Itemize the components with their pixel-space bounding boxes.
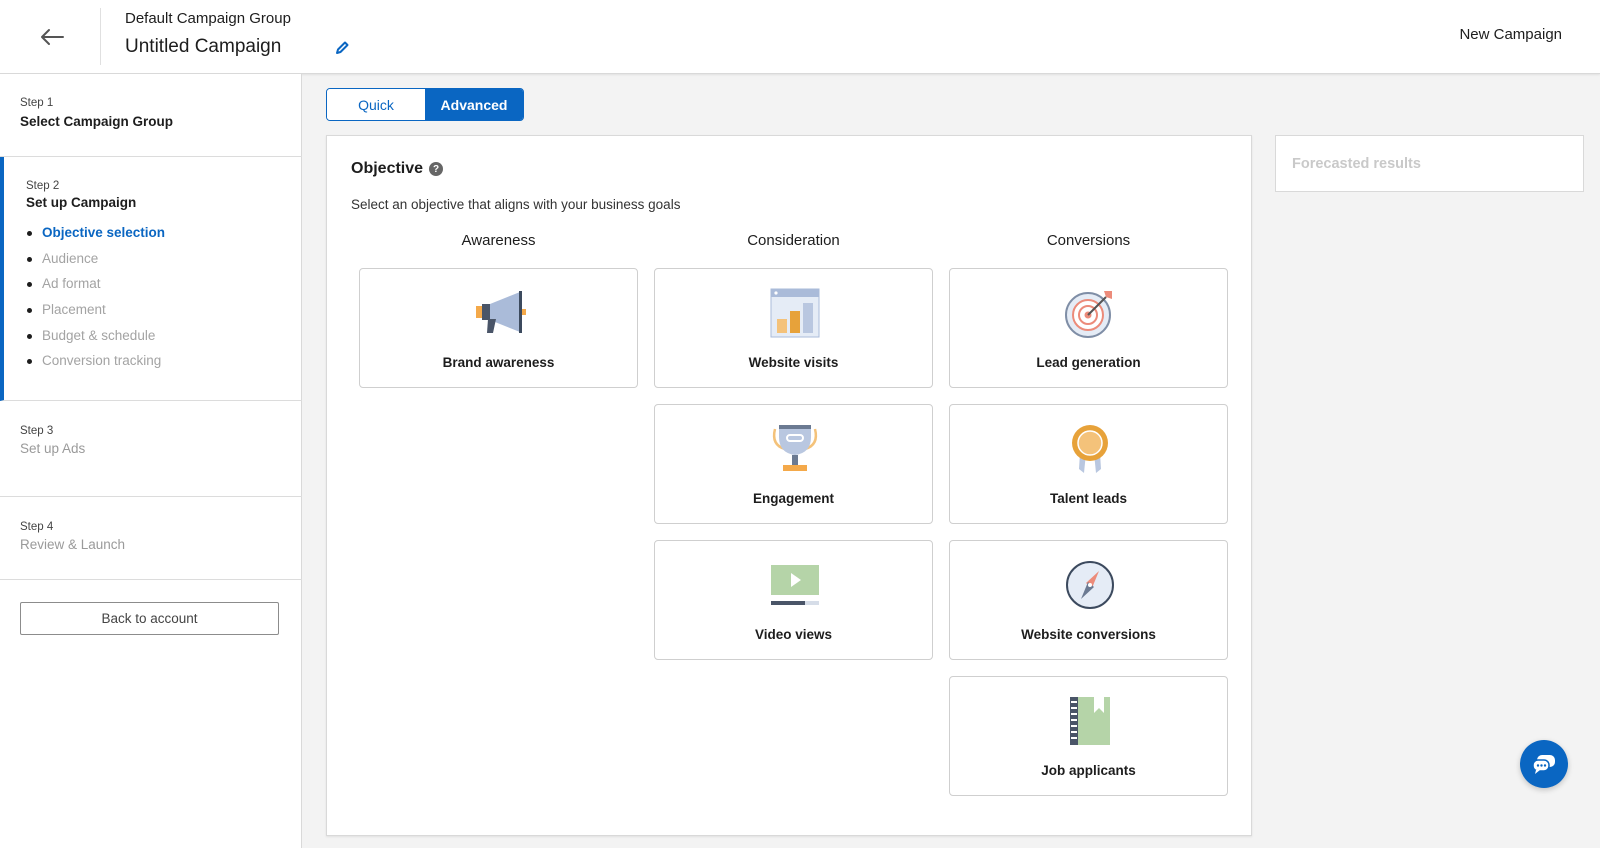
quick-mode-button[interactable]: Quick (327, 89, 425, 120)
objective-tile-website-conversions[interactable]: Website conversions (949, 540, 1228, 660)
step-2[interactable]: Step 2 Set up Campaign Objective selecti… (0, 157, 302, 401)
objective-tile-engagement[interactable]: Engagement (654, 404, 933, 524)
tile-label: Lead generation (1036, 355, 1141, 370)
compass-icon (1066, 561, 1114, 609)
substep-audience[interactable]: Audience (24, 249, 165, 275)
substep-objective-selection[interactable]: Objective selection (24, 223, 165, 249)
tile-label: Website visits (748, 355, 839, 370)
step-title: Select Campaign Group (20, 114, 174, 129)
objective-tile-lead-generation[interactable]: Lead generation (949, 268, 1228, 388)
forecast-title: Forecasted results (1292, 156, 1421, 172)
step-1[interactable]: Step 1 Select Campaign Group (0, 74, 302, 157)
megaphone-icon (476, 291, 526, 333)
forecasted-results-panel: Forecasted results (1275, 135, 1584, 192)
step-number: Step 2 (26, 180, 60, 192)
back-to-account-button[interactable]: Back to account (20, 602, 279, 635)
target-icon (1065, 291, 1112, 338)
step-number: Step 3 (20, 425, 54, 437)
step-4[interactable]: Step 4 Review & Launch (0, 497, 302, 580)
trophy-icon (772, 425, 818, 471)
column-heading-awareness: Awareness (461, 232, 536, 249)
top-header: Default Campaign Group Untitled Campaign… (0, 0, 1600, 74)
mode-toggle: Quick Advanced (326, 88, 524, 121)
tile-label: Website conversions (1021, 627, 1156, 642)
browser-chart-icon (770, 288, 820, 338)
objective-tile-brand-awareness[interactable]: Brand awareness (359, 268, 638, 388)
objective-tile-job-applicants[interactable]: Job applicants (949, 676, 1228, 796)
question-icon[interactable]: ? (429, 162, 444, 176)
substep-ad-format[interactable]: Ad format (24, 274, 165, 300)
step-title: Set up Ads (20, 441, 86, 456)
substep-list: Objective selection Audience Ad format P… (24, 223, 165, 377)
campaign-name: Untitled Campaign (125, 36, 282, 57)
page-label: New Campaign (1459, 26, 1562, 43)
substep-placement[interactable]: Placement (24, 300, 165, 326)
arrow-left-icon (41, 29, 64, 45)
pencil-icon (336, 41, 349, 54)
tile-label: Talent leads (1049, 491, 1128, 506)
tile-label: Engagement (752, 491, 834, 506)
objective-heading: Objective ? (351, 160, 444, 178)
step-title: Set up Campaign (26, 195, 137, 210)
chat-bubble-icon (1532, 755, 1555, 774)
edit-name-button[interactable] (331, 37, 353, 59)
objective-tile-video-views[interactable]: Video views (654, 540, 933, 660)
steps-sidebar: Step 1 Select Campaign Group Step 2 Set … (0, 74, 302, 848)
column-heading-consideration: Consideration (747, 232, 840, 249)
notebook-icon (1070, 697, 1110, 745)
chat-button[interactable] (1520, 740, 1568, 788)
tile-label: Brand awareness (442, 355, 555, 370)
step-3[interactable]: Step 3 Set up Ads (0, 401, 302, 497)
video-player-icon (771, 565, 819, 605)
header-divider (100, 8, 101, 65)
objective-tile-talent-leads[interactable]: Talent leads (949, 404, 1228, 524)
step-number: Step 4 (20, 521, 54, 533)
objective-panel: Objective ? Select an objective that ali… (326, 135, 1252, 836)
tile-label: Video views (754, 627, 833, 642)
step-title: Review & Launch (20, 537, 126, 552)
campaign-group-name: Default Campaign Group (125, 10, 291, 27)
column-heading-conversions: Conversions (1046, 232, 1131, 249)
back-button[interactable] (30, 20, 74, 54)
step-number: Step 1 (20, 97, 54, 109)
substep-budget-schedule[interactable]: Budget & schedule (24, 326, 165, 352)
objective-subtitle: Select an objective that aligns with you… (351, 197, 681, 212)
substep-conversion-tracking[interactable]: Conversion tracking (24, 351, 165, 377)
tile-label: Job applicants (1041, 763, 1136, 778)
objective-title: Objective (351, 160, 424, 177)
objective-tile-website-visits[interactable]: Website visits (654, 268, 933, 388)
badge-ribbon-icon (1072, 425, 1108, 473)
advanced-mode-button[interactable]: Advanced (425, 89, 523, 120)
